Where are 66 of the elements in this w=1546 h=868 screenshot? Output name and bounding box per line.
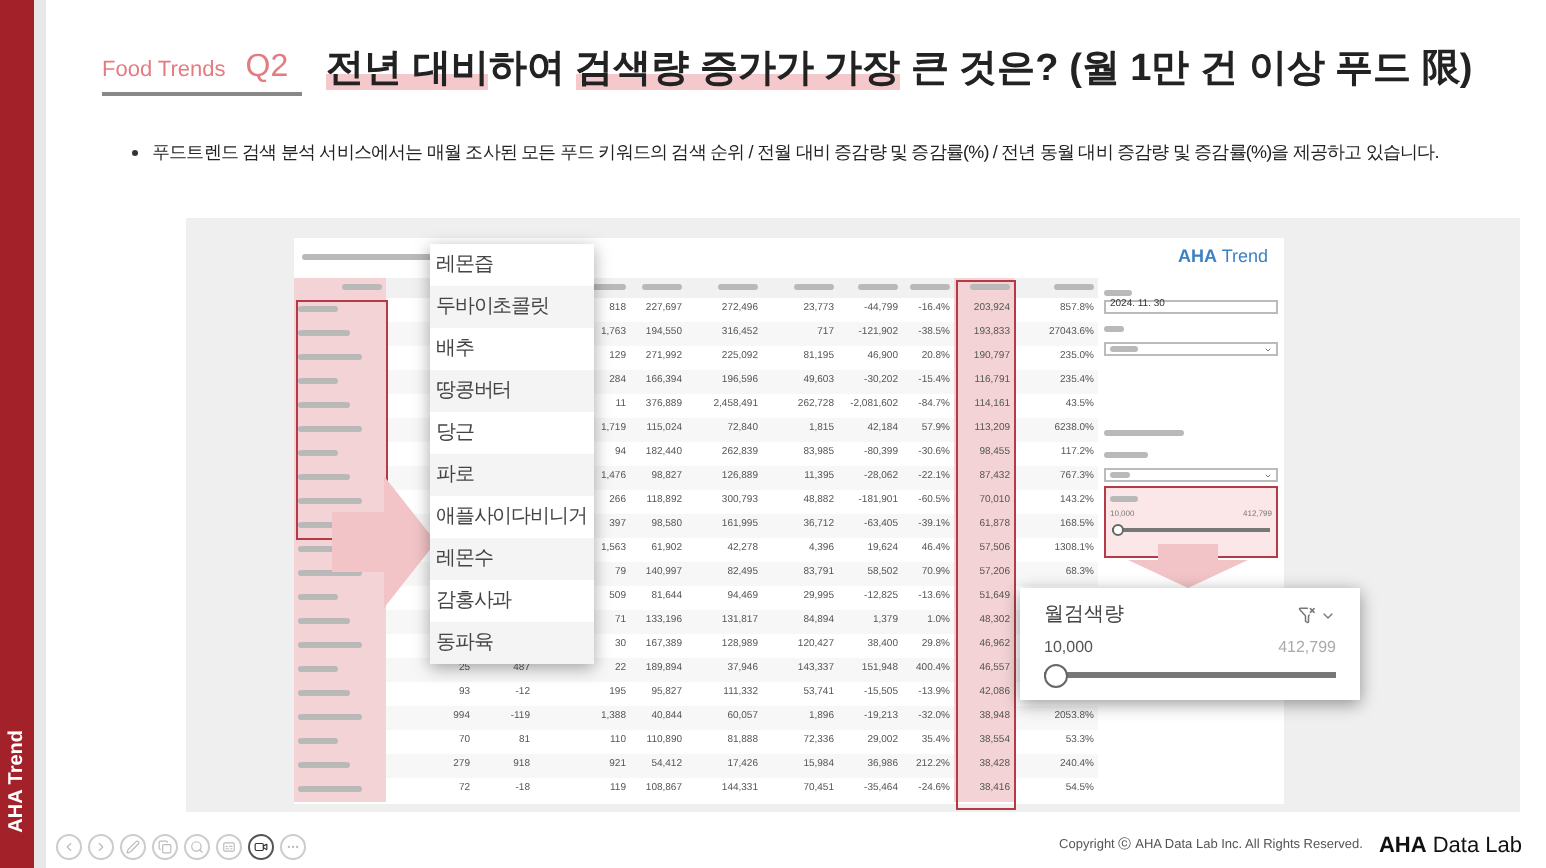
list-item[interactable]: 동파육	[430, 622, 594, 664]
question-label: Q2	[245, 50, 289, 86]
search-icon[interactable]	[184, 833, 210, 859]
blurred-text	[298, 330, 350, 336]
blurred-text	[298, 594, 338, 600]
blurred-text	[298, 666, 338, 672]
list-item[interactable]: 두바이초콜릿	[430, 286, 594, 328]
blurred-text	[1104, 451, 1148, 457]
list-item[interactable]: 레몬즙	[430, 244, 594, 286]
list-item[interactable]: 배추	[430, 328, 594, 370]
blurred-text	[642, 284, 682, 290]
page-title: 전년 대비하여 검색량 증가가 가장 큰 것은? (월 1만 건 이상 푸드 限)	[326, 46, 1473, 94]
blurred-text	[970, 284, 1010, 290]
site-select[interactable]	[1104, 342, 1278, 356]
blurred-text	[858, 284, 898, 290]
next-icon[interactable]	[88, 833, 114, 859]
list-item[interactable]: 땅콩버터	[430, 370, 594, 412]
category-label: Food Trends	[102, 55, 226, 85]
arrow-icon	[332, 476, 436, 608]
blurred-text	[298, 738, 338, 744]
blurred-text	[342, 284, 382, 290]
blurred-text	[298, 690, 350, 696]
previous-icon[interactable]	[56, 833, 82, 859]
blurred-text	[298, 402, 350, 408]
blurred-text	[1054, 284, 1094, 290]
blurred-text	[1110, 496, 1138, 502]
copy-icon[interactable]	[152, 833, 178, 859]
range-min: 10,000	[1044, 636, 1093, 660]
pen-icon[interactable]	[120, 833, 146, 859]
blurred-text	[298, 762, 350, 768]
list-item[interactable]: 파로	[430, 454, 594, 496]
list-item[interactable]: 당근	[430, 412, 594, 454]
blurred-text	[1110, 346, 1138, 352]
company-logo: AHA Data Lab	[1378, 831, 1522, 862]
blurred-text	[298, 714, 362, 720]
arrow-icon	[1128, 544, 1248, 588]
blurred-text	[298, 474, 350, 480]
slider-thumb[interactable]	[1044, 663, 1068, 687]
video-icon[interactable]	[248, 833, 274, 859]
sidebar-label: AHA Trend	[4, 729, 30, 832]
blurred-text	[910, 284, 950, 290]
list-item[interactable]: 레몬수	[430, 538, 594, 580]
list-item[interactable]: 애플사이다비니거	[430, 496, 594, 538]
blurred-text	[298, 642, 362, 648]
slider-thumb[interactable]	[1112, 524, 1124, 536]
list-item[interactable]: 감홍사과	[430, 580, 594, 622]
blurred-text	[298, 426, 362, 432]
blurred-text	[718, 284, 758, 290]
range-max: 412,799	[1278, 636, 1336, 660]
blurred-text	[298, 378, 338, 384]
description-text: 푸드트렌드 검색 분석 서비스에서는 매월 조사된 모든 푸드 키워드의 검색 순위 / 전월 대비 증감량 및 증감률(%) / 전년 동월 대비 증감량 및 증감률(%)을 제공하고 있습니다.	[152, 140, 1439, 166]
blurred-text	[298, 786, 362, 792]
blurred-text	[298, 618, 350, 624]
blurred-text	[298, 306, 338, 312]
blurred-text	[1104, 325, 1124, 331]
blurred-text	[1110, 472, 1130, 478]
brand-logo: AHA Trend	[1177, 243, 1268, 270]
blurred-text	[298, 450, 338, 456]
blurred-text	[1104, 289, 1132, 295]
blurred-text	[298, 498, 362, 504]
blurred-text	[1104, 430, 1184, 436]
clear-filter-icon[interactable]	[1298, 606, 1316, 624]
date-select[interactable]	[1104, 468, 1278, 482]
filter-title: 월검색량	[1044, 602, 1124, 630]
blurred-text	[794, 284, 834, 290]
blurred-text	[298, 354, 362, 360]
